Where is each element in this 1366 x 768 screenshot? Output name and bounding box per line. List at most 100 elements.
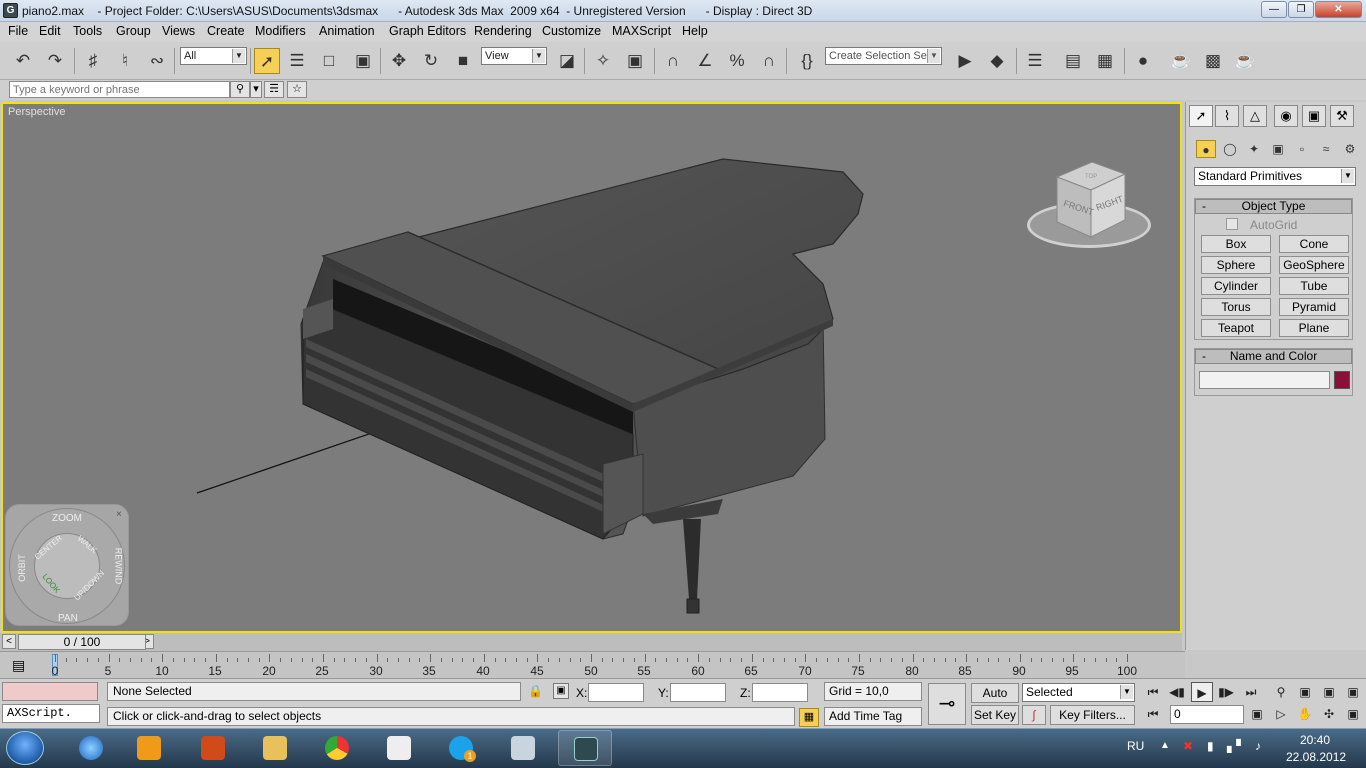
name-color-header[interactable]: - Name and Color xyxy=(1195,349,1352,364)
signal-icon[interactable]: ▖▘ xyxy=(1227,739,1245,753)
orbit-icon[interactable]: ✣ xyxy=(1318,704,1340,724)
keyboard-shortcut-override-icon[interactable]: ▣ xyxy=(622,48,648,74)
wheel-orbit[interactable]: ORBIT xyxy=(17,554,27,582)
undo-icon[interactable]: ↶ xyxy=(10,48,36,74)
chevron-left-icon[interactable]: < xyxy=(2,634,16,649)
cone-button[interactable]: Cone xyxy=(1279,235,1349,253)
menu-graph-editors[interactable]: Graph Editors xyxy=(389,24,466,38)
3dsmax-taskbar-icon[interactable] xyxy=(558,730,612,766)
zoom-icon[interactable]: ⚲ xyxy=(1270,682,1292,702)
favorites-star-icon[interactable]: ☆ xyxy=(287,81,307,98)
volume-icon[interactable]: ♪ xyxy=(1255,739,1261,753)
pivot-center-icon[interactable]: ◪ xyxy=(554,48,580,74)
object-name-field[interactable] xyxy=(1199,371,1330,389)
play-icon[interactable]: ▶ xyxy=(1191,682,1213,702)
z-coordinate-field[interactable] xyxy=(752,683,808,702)
pan-view-icon[interactable]: ✋ xyxy=(1294,704,1316,724)
lock-icon[interactable]: 🔒 xyxy=(528,684,543,698)
bind-space-warp-icon[interactable]: ∾ xyxy=(144,48,170,74)
render-setup-icon[interactable]: ☕ xyxy=(1168,48,1194,74)
menu-customize[interactable]: Customize xyxy=(542,24,601,38)
x-coordinate-field[interactable] xyxy=(588,683,644,702)
previous-frame-icon[interactable]: ◀▮ xyxy=(1166,682,1188,702)
viewcube-top-label[interactable]: TOP xyxy=(1085,174,1097,180)
spinner-snap-icon[interactable]: ∩ xyxy=(756,48,782,74)
default-tangents-icon[interactable]: ∫ xyxy=(1022,705,1046,725)
curve-editor-icon[interactable]: ▤ xyxy=(1060,48,1086,74)
next-frame-icon[interactable]: ▮▶ xyxy=(1215,682,1237,702)
wheel-zoom[interactable]: ZOOM xyxy=(52,513,82,524)
snaps-toggle-icon[interactable]: ∩ xyxy=(660,48,686,74)
wheel-rewind[interactable]: REWIND xyxy=(113,548,123,585)
menu-create[interactable]: Create xyxy=(207,24,245,38)
menu-modifiers[interactable]: Modifiers xyxy=(255,24,306,38)
helpers-icon[interactable]: ▫ xyxy=(1292,140,1312,158)
media-player-icon[interactable] xyxy=(122,730,176,766)
create-tab-icon[interactable]: ➚ xyxy=(1189,105,1213,127)
time-configuration-icon[interactable]: ▣ xyxy=(1246,704,1268,724)
select-by-name-icon[interactable]: ☰ xyxy=(284,48,310,74)
y-coordinate-field[interactable] xyxy=(670,683,726,702)
display-tab-icon[interactable]: ▣ xyxy=(1302,105,1326,127)
material-editor-icon[interactable]: ● xyxy=(1130,48,1156,74)
zoom-all-icon[interactable]: ▣ xyxy=(1294,682,1316,702)
utilities-tab-icon[interactable]: ⚒ xyxy=(1330,105,1354,127)
menu-views[interactable]: Views xyxy=(162,24,195,38)
minimize-button[interactable]: — xyxy=(1261,1,1287,18)
maximize-viewport-icon[interactable]: ▣ xyxy=(1342,704,1364,724)
maxscript-mini-listener-pink[interactable] xyxy=(2,682,98,701)
set-key-button[interactable]: Set Key xyxy=(971,705,1019,725)
schematic-view-icon[interactable]: ▦ xyxy=(1092,48,1118,74)
edit-named-selection-icon[interactable]: {} xyxy=(794,48,820,74)
object-color-swatch[interactable] xyxy=(1334,371,1350,389)
geosphere-button[interactable]: GeoSphere xyxy=(1279,256,1349,274)
perspective-viewport[interactable]: Perspective FRONT RIGHT TOP ZOOM ORBIT C… xyxy=(1,102,1182,633)
maxscript-mini-listener[interactable]: AXScript. xyxy=(2,704,100,723)
align-icon[interactable]: ◆ xyxy=(984,48,1010,74)
clock-time[interactable]: 20:40 xyxy=(1300,733,1330,747)
quick-render-icon[interactable]: ☕ xyxy=(1232,48,1258,74)
time-slider[interactable]: 0 / 100 xyxy=(18,634,146,650)
select-object-icon[interactable]: ➚ xyxy=(254,48,280,74)
autogrid-checkbox[interactable] xyxy=(1226,218,1238,230)
chrome-icon[interactable] xyxy=(310,730,364,766)
motion-tab-icon[interactable]: ◉ xyxy=(1274,105,1298,127)
language-indicator[interactable]: RU xyxy=(1127,739,1144,753)
rendered-frame-window-icon[interactable]: ▩ xyxy=(1200,48,1226,74)
plane-button[interactable]: Plane xyxy=(1279,319,1349,337)
internet-explorer-icon[interactable] xyxy=(64,730,118,766)
goto-end-icon[interactable]: ⏭ xyxy=(1240,682,1262,702)
torus-button[interactable]: Torus xyxy=(1201,298,1271,316)
reference-coordinate-dropdown[interactable]: View ▼ xyxy=(481,47,547,65)
shapes-icon[interactable]: ◯ xyxy=(1220,140,1240,158)
search-icon[interactable]: ⚲ xyxy=(230,81,250,98)
set-keys-icon[interactable]: ⊸ xyxy=(928,683,966,725)
steering-wheel[interactable]: ZOOM ORBIT CENTER WALK LOOK UP/DOWN REWI… xyxy=(5,504,129,626)
selection-filter-dropdown[interactable]: All ▼ xyxy=(180,47,247,65)
menu-rendering[interactable]: Rendering xyxy=(474,24,532,38)
key-mode-toggle-icon[interactable]: ⏮ xyxy=(1142,704,1164,724)
search-options-icon[interactable]: ▾ xyxy=(250,81,262,98)
piano-model[interactable] xyxy=(3,104,1180,631)
object-type-header[interactable]: - Object Type xyxy=(1195,199,1352,214)
unlink-icon[interactable]: ♮ xyxy=(112,48,138,74)
menu-maxscript[interactable]: MAXScript xyxy=(612,24,671,38)
add-time-tag[interactable]: Add Time Tag xyxy=(824,707,922,726)
close-button[interactable]: ✕ xyxy=(1315,1,1362,18)
key-mode-dropdown[interactable]: Selected ▼ xyxy=(1022,683,1135,702)
select-and-rotate-icon[interactable]: ↻ xyxy=(418,48,444,74)
select-and-move-icon[interactable]: ✥ xyxy=(386,48,412,74)
zoom-extents-icon[interactable]: ▣ xyxy=(1318,682,1340,702)
menu-edit[interactable]: Edit xyxy=(39,24,61,38)
battery-icon[interactable]: ▮ xyxy=(1207,739,1214,753)
geometry-icon[interactable]: ● xyxy=(1196,140,1216,158)
modify-tab-icon[interactable]: ⌇ xyxy=(1215,105,1239,127)
calculator-icon[interactable] xyxy=(496,730,550,766)
space-warps-icon[interactable]: ≈ xyxy=(1316,140,1336,158)
menu-file[interactable]: File xyxy=(8,24,28,38)
time-tag-icon[interactable]: ▦ xyxy=(799,708,819,727)
percent-snap-icon[interactable]: % xyxy=(724,48,750,74)
clock-date[interactable]: 22.08.2012 xyxy=(1286,750,1346,764)
menu-tools[interactable]: Tools xyxy=(73,24,102,38)
maximize-button[interactable]: ❐ xyxy=(1288,1,1314,18)
